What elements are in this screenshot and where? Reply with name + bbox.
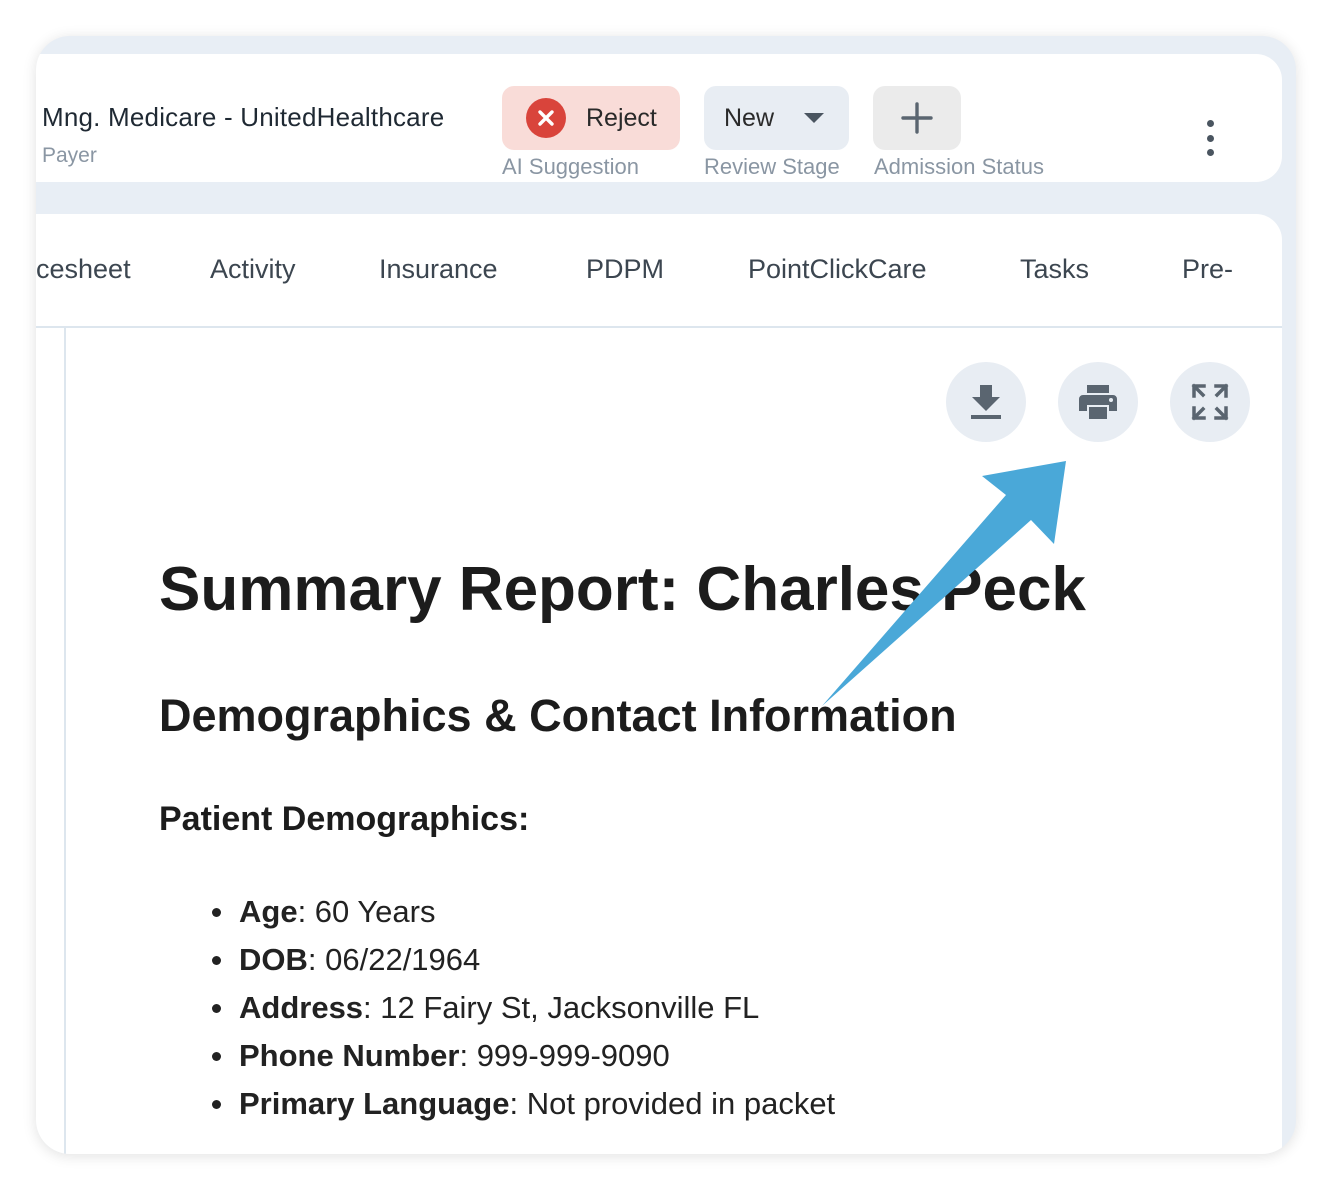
- list-item: DOB: 06/22/1964: [211, 936, 835, 984]
- item-value: : Not provided in packet: [509, 1086, 836, 1121]
- item-label: Primary Language: [239, 1086, 510, 1121]
- download-icon: [971, 385, 1001, 419]
- payer-label: Payer: [42, 144, 97, 167]
- subsection-title: Patient Demographics:: [159, 800, 530, 838]
- tab-pdpm[interactable]: PDPM: [586, 254, 664, 285]
- payer-name: Mng. Medicare - UnitedHealthcare: [42, 102, 445, 132]
- ai-suggestion-reject-button[interactable]: Reject: [502, 86, 680, 150]
- tab-pointclickcare[interactable]: PointClickCare: [748, 254, 927, 285]
- admission-status-add-button[interactable]: [873, 86, 961, 150]
- tab-bar: cesheet Activity Insurance PDPM PointCli…: [36, 214, 1282, 328]
- reject-x-icon: [526, 98, 566, 138]
- app-window: Mng. Medicare - UnitedHealthcare Payer R…: [36, 36, 1296, 1154]
- dropdown-caret-icon: [804, 113, 825, 123]
- content-divider: [64, 328, 66, 1154]
- ai-suggestion-label: AI Suggestion: [502, 154, 639, 179]
- fullscreen-icon: [1191, 383, 1229, 421]
- item-label: Address: [239, 990, 364, 1025]
- plus-icon: [901, 102, 933, 134]
- header-card: Mng. Medicare - UnitedHealthcare Payer R…: [36, 54, 1282, 182]
- fullscreen-button[interactable]: [1170, 362, 1250, 442]
- print-button[interactable]: [1058, 362, 1138, 442]
- ai-suggestion-value: Reject: [586, 103, 657, 132]
- item-value: : 60 Years: [297, 894, 436, 929]
- tab-pre[interactable]: Pre-: [1182, 254, 1233, 285]
- tab-tasks[interactable]: Tasks: [1020, 254, 1089, 285]
- list-item: Primary Language: Not provided in packet: [211, 1080, 836, 1128]
- kebab-menu-icon[interactable]: [1196, 120, 1224, 156]
- tab-facesheet[interactable]: cesheet: [36, 254, 131, 285]
- item-label: Age: [239, 894, 298, 929]
- section-title: Demographics & Contact Information: [159, 690, 957, 741]
- item-value: : 06/22/1964: [307, 942, 481, 977]
- main-card: cesheet Activity Insurance PDPM PointCli…: [36, 214, 1282, 1154]
- review-stage-dropdown[interactable]: New: [704, 86, 849, 150]
- tab-activity[interactable]: Activity: [210, 254, 296, 285]
- review-stage-value: New: [724, 103, 775, 132]
- admission-status-label: Admission Status: [874, 154, 1044, 179]
- download-button[interactable]: [946, 362, 1026, 442]
- list-item: Phone Number: 999-999-9090: [211, 1032, 835, 1080]
- item-value: : 999-999-9090: [459, 1038, 670, 1073]
- list-item: Address: 12 Fairy St, Jacksonville FL: [211, 984, 835, 1032]
- item-label: DOB: [239, 942, 308, 977]
- list-item: Age: 60 Years: [211, 888, 835, 936]
- tab-insurance[interactable]: Insurance: [379, 254, 498, 285]
- print-icon: [1079, 385, 1117, 419]
- demographics-list: Age: 60 Years DOB: 06/22/1964 Address: 1…: [211, 888, 836, 1128]
- item-value: : 12 Fairy St, Jacksonville FL: [363, 990, 760, 1025]
- report-title: Summary Report: Charles Peck: [159, 555, 1086, 624]
- review-stage-label: Review Stage: [704, 154, 840, 179]
- item-label: Phone Number: [239, 1038, 460, 1073]
